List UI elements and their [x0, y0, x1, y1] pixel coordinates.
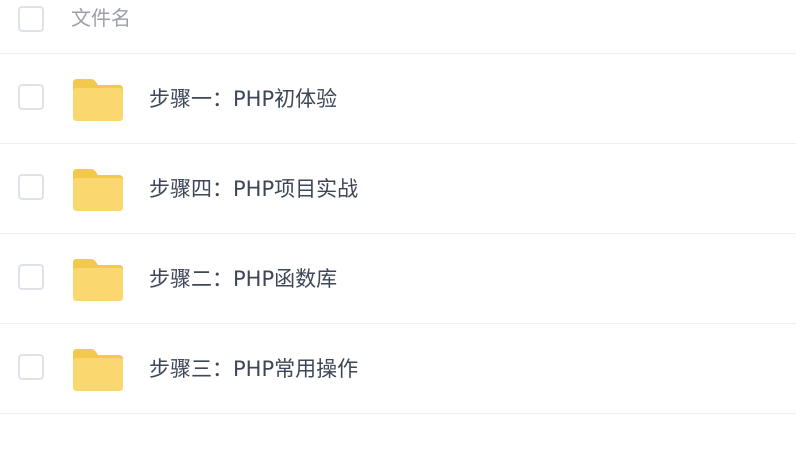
file-list-header: 文件名 [0, 0, 796, 54]
select-all-checkbox[interactable] [18, 6, 44, 32]
file-name[interactable]: 步骤一：PHP初体验 [149, 84, 337, 114]
file-row[interactable]: 步骤四：PHP项目实战 [0, 144, 796, 234]
filename-column-header[interactable]: 文件名 [71, 4, 131, 32]
file-name[interactable]: 步骤二：PHP函数库 [149, 264, 337, 294]
file-row[interactable]: 步骤三：PHP常用操作 [0, 324, 796, 414]
folder-icon [73, 259, 123, 301]
file-list: 文件名 步骤一：PHP初体验 步骤四：PHP项目实战 步骤二：PHP函数库 步骤 [0, 0, 796, 474]
folder-icon [73, 79, 123, 121]
folder-icon [73, 349, 123, 391]
file-row[interactable]: 步骤一：PHP初体验 [0, 54, 796, 144]
file-name[interactable]: 步骤四：PHP项目实战 [149, 174, 358, 204]
folder-icon [73, 169, 123, 211]
file-name[interactable]: 步骤三：PHP常用操作 [149, 354, 358, 384]
file-row[interactable]: 步骤二：PHP函数库 [0, 234, 796, 324]
row-checkbox[interactable] [18, 174, 44, 200]
row-checkbox[interactable] [18, 84, 44, 110]
row-checkbox[interactable] [18, 264, 44, 290]
row-checkbox[interactable] [18, 354, 44, 380]
